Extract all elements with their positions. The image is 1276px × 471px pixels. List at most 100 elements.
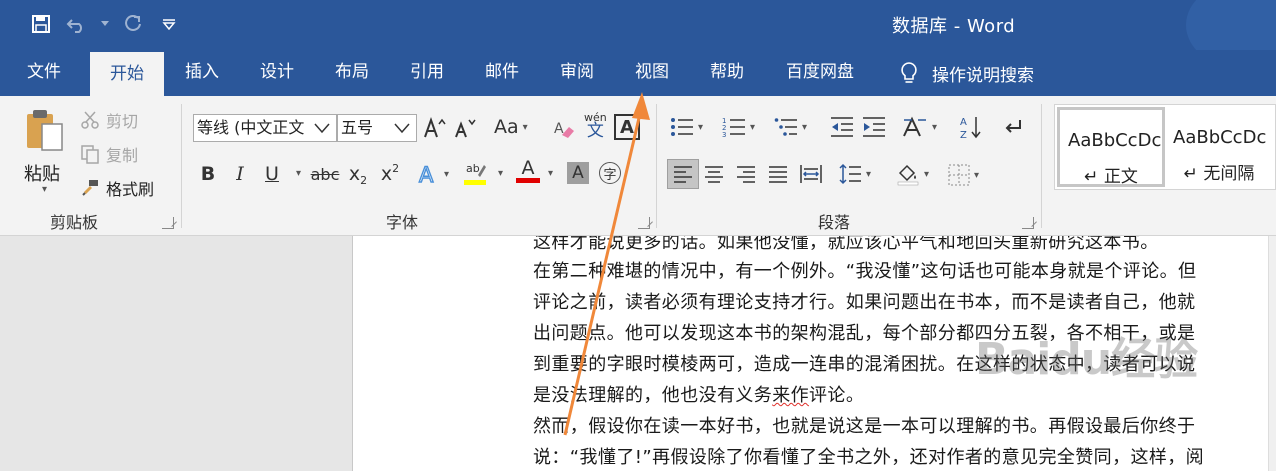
group-divider	[181, 104, 182, 228]
font-size-dropdown[interactable]: 五号	[337, 114, 417, 142]
undo-icon[interactable]	[64, 11, 90, 37]
style-name-label: ↵ 正文	[1084, 167, 1138, 187]
paste-dropdown-icon[interactable]: ▾	[42, 184, 47, 195]
eraser-icon: A	[553, 118, 575, 140]
clear-formatting-button[interactable]: A	[553, 118, 575, 140]
tab-review[interactable]: 审阅	[547, 50, 607, 96]
borders-icon	[948, 164, 970, 186]
paragraph-launcher-icon[interactable]	[1022, 217, 1034, 229]
font-color-glyph: A	[521, 157, 535, 179]
chevron-down-icon	[392, 115, 412, 141]
chevron-down-icon: ▾	[522, 121, 528, 133]
tab-home[interactable]: 开始	[90, 52, 164, 96]
line-spacing-button[interactable]: ▾	[838, 163, 871, 185]
baidu-watermark: Baidu经验	[975, 320, 1265, 390]
tab-help[interactable]: 帮助	[697, 50, 757, 96]
justify-icon	[768, 165, 788, 183]
align-left-button[interactable]	[667, 159, 699, 189]
sort-icon: AZ	[960, 114, 984, 140]
enclose-characters-button[interactable]: 字	[599, 162, 621, 184]
highlight-color-button[interactable]: ab	[464, 160, 486, 185]
shading-button[interactable]: ▾	[896, 162, 929, 186]
borders-button[interactable]: ▾	[948, 164, 979, 186]
superscript-button[interactable]: x2	[378, 160, 402, 188]
paintbrush-icon	[80, 178, 100, 198]
text-effects-button[interactable]: A ▾	[418, 162, 449, 186]
text-run: 评论。	[809, 385, 865, 406]
paint-bucket-icon	[896, 162, 920, 186]
tab-insert[interactable]: 插入	[172, 50, 232, 96]
font-color-dropdown-icon[interactable]: ▾	[544, 168, 553, 179]
bold-button[interactable]: B	[196, 160, 220, 188]
multilevel-list-button[interactable]: ▾	[774, 116, 807, 138]
document-line: 说：“我懂了!”再假设除了你看懂了全书之外，还对作者的意见完全赞同，这样，阅	[533, 447, 1205, 468]
customize-qat-icon[interactable]	[156, 11, 182, 37]
bullets-button[interactable]: ▾	[670, 116, 703, 138]
align-right-button[interactable]	[736, 165, 756, 183]
chinese-layout-button[interactable]: ▾	[902, 116, 937, 138]
phonetic-guide-button[interactable]: wén 文	[584, 112, 607, 140]
copy-button[interactable]: 复制	[80, 142, 138, 166]
align-left-icon	[673, 165, 693, 183]
strikethrough-button[interactable]: abc	[309, 160, 341, 188]
font-size-value: 五号	[341, 118, 374, 137]
clipboard-launcher-icon[interactable]	[162, 217, 174, 229]
copy-icon	[80, 144, 100, 164]
justify-button[interactable]	[768, 165, 788, 183]
subscript-button[interactable]: x2	[346, 160, 370, 188]
paragraph-group-label: 段落	[818, 213, 851, 232]
italic-button[interactable]: I	[228, 160, 252, 188]
sort-button[interactable]: AZ	[960, 114, 984, 140]
style-preview: AaBbCcDc	[1173, 127, 1267, 148]
change-case-button[interactable]: Aa ▾	[494, 116, 528, 138]
align-center-button[interactable]	[704, 165, 724, 183]
tab-mailings[interactable]: 邮件	[472, 50, 532, 96]
chevron-down-icon: ▾	[932, 121, 938, 133]
tell-me-search[interactable]: 操作说明搜索	[900, 50, 1034, 96]
tell-me-label: 操作说明搜索	[932, 65, 1034, 86]
line-spacing-icon	[838, 163, 862, 185]
vertical-scrollbar[interactable]	[1268, 236, 1276, 471]
group-divider	[656, 104, 657, 228]
format-painter-button[interactable]: 格式刷	[80, 176, 154, 200]
paste-label: 粘贴	[24, 164, 60, 185]
chevron-down-icon: ▾	[498, 168, 504, 179]
character-shading-button[interactable]: A	[567, 162, 589, 184]
group-divider	[1041, 104, 1042, 228]
text-run: 是没法理解的，他也没有义务	[533, 385, 773, 406]
cut-button[interactable]: 剪切	[80, 108, 138, 132]
shrink-font-button[interactable]	[454, 116, 476, 140]
copy-label: 复制	[106, 146, 139, 165]
undo-dropdown-icon[interactable]	[100, 11, 110, 37]
underline-button[interactable]: U	[260, 160, 284, 188]
grow-font-button[interactable]	[423, 116, 447, 140]
tab-view[interactable]: 视图	[622, 50, 682, 96]
tab-file[interactable]: 文件	[14, 50, 74, 96]
paste-button[interactable]: 粘贴 ▾	[18, 104, 70, 200]
show-hide-marks-button[interactable]	[1002, 116, 1024, 138]
style-normal[interactable]: AaBbCcDc ↵ 正文	[1057, 107, 1165, 187]
underline-dropdown-icon[interactable]: ▾	[292, 168, 301, 179]
clipboard-group-label: 剪贴板	[50, 213, 99, 232]
save-icon[interactable]	[28, 11, 54, 37]
decrease-indent-button[interactable]	[830, 116, 854, 138]
clipboard-icon	[24, 108, 66, 154]
redo-icon[interactable]	[120, 11, 146, 37]
chevron-down-icon: ▾	[296, 168, 302, 179]
style-no-spacing[interactable]: AaBbCcDc ↵ 无间隔	[1165, 107, 1273, 187]
numbering-button[interactable]: 123 ▾	[722, 116, 755, 138]
highlight-dropdown-icon[interactable]: ▾	[494, 168, 503, 179]
superscript-digit: 2	[392, 161, 400, 175]
chevron-down-icon	[310, 115, 332, 141]
font-launcher-icon[interactable]	[638, 217, 650, 229]
character-border-button[interactable]: A	[614, 114, 640, 140]
chevron-down-icon: ▾	[444, 168, 450, 180]
tab-references[interactable]: 引用	[397, 50, 457, 96]
distributed-button[interactable]	[800, 163, 822, 185]
tab-baidu-netdisk[interactable]: 百度网盘	[774, 50, 866, 96]
font-name-dropdown[interactable]: 等线 (中文正文	[193, 114, 337, 142]
tab-design[interactable]: 设计	[247, 50, 307, 96]
font-color-button[interactable]: A	[516, 158, 540, 183]
tab-layout[interactable]: 布局	[322, 50, 382, 96]
increase-indent-button[interactable]	[862, 116, 886, 138]
